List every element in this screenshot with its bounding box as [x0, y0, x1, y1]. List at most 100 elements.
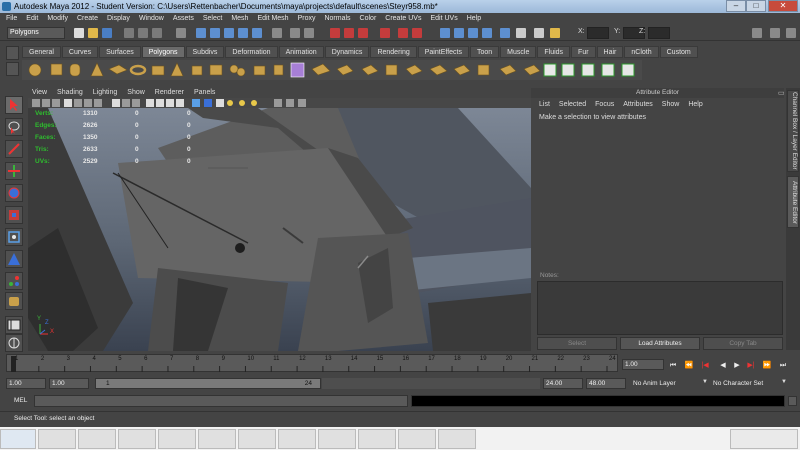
layout-single-icon[interactable] — [5, 316, 23, 334]
load-attributes-button[interactable]: Load Attributes — [620, 337, 700, 350]
viewport-menu-renderer[interactable]: Renderer — [155, 88, 184, 98]
new-scene-icon[interactable] — [74, 28, 84, 38]
character-set-arrow-icon[interactable]: ▼ — [781, 379, 787, 385]
menu-set-dropdown[interactable]: Polygons — [7, 27, 65, 39]
close-button[interactable]: ✕ — [768, 0, 798, 12]
tab-rendering[interactable]: Rendering — [370, 46, 417, 58]
anim-layer-dropdown[interactable]: No Anim Layer — [631, 378, 701, 389]
select-button[interactable]: Select — [537, 337, 617, 350]
universal-manipulator-icon[interactable] — [5, 228, 23, 246]
step-back-icon[interactable]: ⏪ — [684, 361, 694, 371]
ae-menu-show[interactable]: Show — [662, 99, 680, 111]
batch-render-icon[interactable] — [412, 28, 422, 38]
taskbar-item[interactable] — [118, 429, 156, 449]
character-set-dropdown[interactable]: No Character Set — [711, 378, 781, 389]
step-forward-icon[interactable]: ⏩ — [762, 361, 772, 371]
taskbar-item[interactable] — [238, 429, 276, 449]
lock-icon[interactable] — [550, 28, 560, 38]
rotate-tool-icon[interactable] — [5, 184, 23, 202]
layout-outliner-icon[interactable] — [5, 334, 23, 352]
save-scene-icon[interactable] — [102, 28, 112, 38]
viewport-menu-shading[interactable]: Shading — [57, 88, 83, 98]
ae-menu-help[interactable]: Help — [688, 99, 702, 111]
range-slider[interactable]: 1 24 — [95, 378, 321, 389]
make-live-icon[interactable] — [252, 28, 262, 38]
show-manipulator-icon[interactable] — [5, 272, 23, 290]
menu-display[interactable]: Display — [107, 13, 130, 25]
taskbar-item[interactable] — [38, 429, 76, 449]
channel-box-icon[interactable] — [752, 28, 762, 38]
command-input[interactable] — [34, 395, 408, 407]
play-forward-icon[interactable]: ▶ — [732, 361, 742, 371]
tab-painteffects[interactable]: PaintEffects — [417, 46, 469, 58]
render-frame-icon[interactable] — [330, 28, 340, 38]
menu-create[interactable]: Create — [77, 13, 98, 25]
attribute-editor-toggle-icon[interactable] — [468, 28, 478, 38]
step-back-key-icon[interactable]: |◀ — [700, 361, 710, 371]
menu-create-uvs[interactable]: Create UVs — [385, 13, 421, 25]
taskbar-item[interactable] — [438, 429, 476, 449]
tab-muscle[interactable]: Muscle — [500, 46, 537, 58]
tab-channel-box[interactable]: Channel Box / Layer Editor — [787, 90, 799, 172]
notes-field[interactable] — [537, 281, 783, 335]
menu-assets[interactable]: Assets — [173, 13, 194, 25]
taskbar-item[interactable] — [158, 429, 196, 449]
ae-menu-list[interactable]: List — [539, 99, 550, 111]
menu-edit-uvs[interactable]: Edit UVs — [430, 13, 457, 25]
ae-menu-selected[interactable]: Selected — [559, 99, 586, 111]
select-object-icon[interactable] — [138, 28, 148, 38]
viewport-menu-lighting[interactable]: Lighting — [93, 88, 118, 98]
go-to-end-icon[interactable]: ⏭ — [778, 361, 788, 371]
channel-box-toggle-icon[interactable] — [454, 28, 464, 38]
tool-settings-toggle-icon[interactable] — [482, 28, 492, 38]
tab-polygons[interactable]: Polygons — [141, 46, 185, 58]
lasso-tool-icon[interactable] — [5, 118, 23, 136]
taskbar-item[interactable] — [198, 429, 236, 449]
tab-animation[interactable]: Animation — [278, 46, 324, 58]
tab-hair[interactable]: Hair — [596, 46, 624, 58]
z-field[interactable] — [648, 27, 670, 39]
taskbar-item[interactable] — [398, 429, 436, 449]
transform-field-icon[interactable] — [516, 28, 526, 38]
menu-file[interactable]: File — [6, 13, 17, 25]
tab-custom[interactable]: Custom — [659, 46, 698, 58]
end-time-field[interactable]: 48.00 — [586, 378, 626, 389]
scale-tool-icon[interactable] — [5, 206, 23, 224]
snap-plane-icon[interactable] — [238, 28, 248, 38]
mask-icon[interactable] — [176, 28, 186, 38]
relative-transform-icon[interactable] — [534, 28, 544, 38]
hypershade-icon[interactable] — [380, 28, 390, 38]
select-hierarchy-icon[interactable] — [124, 28, 134, 38]
menu-edit[interactable]: Edit — [26, 13, 38, 25]
menu-edit-mesh[interactable]: Edit Mesh — [257, 13, 288, 25]
menu-select[interactable]: Select — [203, 13, 222, 25]
ae-menu-attributes[interactable]: Attributes — [623, 99, 653, 111]
viewport-menu-view[interactable]: View — [32, 88, 47, 98]
tab-fur[interactable]: Fur — [571, 46, 596, 58]
tab-subdivs[interactable]: Subdivs — [185, 46, 225, 58]
tab-dynamics[interactable]: Dynamics — [324, 46, 370, 58]
output-ops-icon[interactable] — [304, 28, 314, 38]
command-language-label[interactable]: MEL — [14, 397, 27, 404]
script-editor-icon[interactable] — [788, 396, 797, 406]
snap-curve-icon[interactable] — [210, 28, 220, 38]
open-scene-icon[interactable] — [88, 28, 98, 38]
menu-mesh[interactable]: Mesh — [231, 13, 248, 25]
menu-window[interactable]: Window — [139, 13, 164, 25]
select-component-icon[interactable] — [152, 28, 162, 38]
attribute-editor-close-icon[interactable]: ▭ — [778, 89, 785, 97]
viewport-menu-show[interactable]: Show — [127, 88, 145, 98]
playback-start-field[interactable]: 1.00 — [49, 378, 89, 389]
minimize-button[interactable]: – — [726, 0, 746, 12]
last-tool-icon[interactable] — [5, 292, 23, 310]
paint-select-tool-icon[interactable] — [5, 140, 23, 158]
menu-color[interactable]: Color — [360, 13, 377, 25]
go-to-start-icon[interactable]: ⏮ — [668, 361, 678, 371]
shelf-menu-icon[interactable] — [6, 46, 19, 60]
ipr-render-icon[interactable] — [344, 28, 354, 38]
tab-general[interactable]: General — [22, 46, 61, 58]
perspective-viewport[interactable]: Y X Z Verts: 1310 0 0 Edges: 2626 0 0 Faces: 13… — [28, 108, 531, 351]
copy-tab-button[interactable]: Copy Tab — [703, 337, 783, 350]
history-icon[interactable] — [290, 28, 300, 38]
shelf-editor-icon[interactable] — [6, 62, 19, 76]
